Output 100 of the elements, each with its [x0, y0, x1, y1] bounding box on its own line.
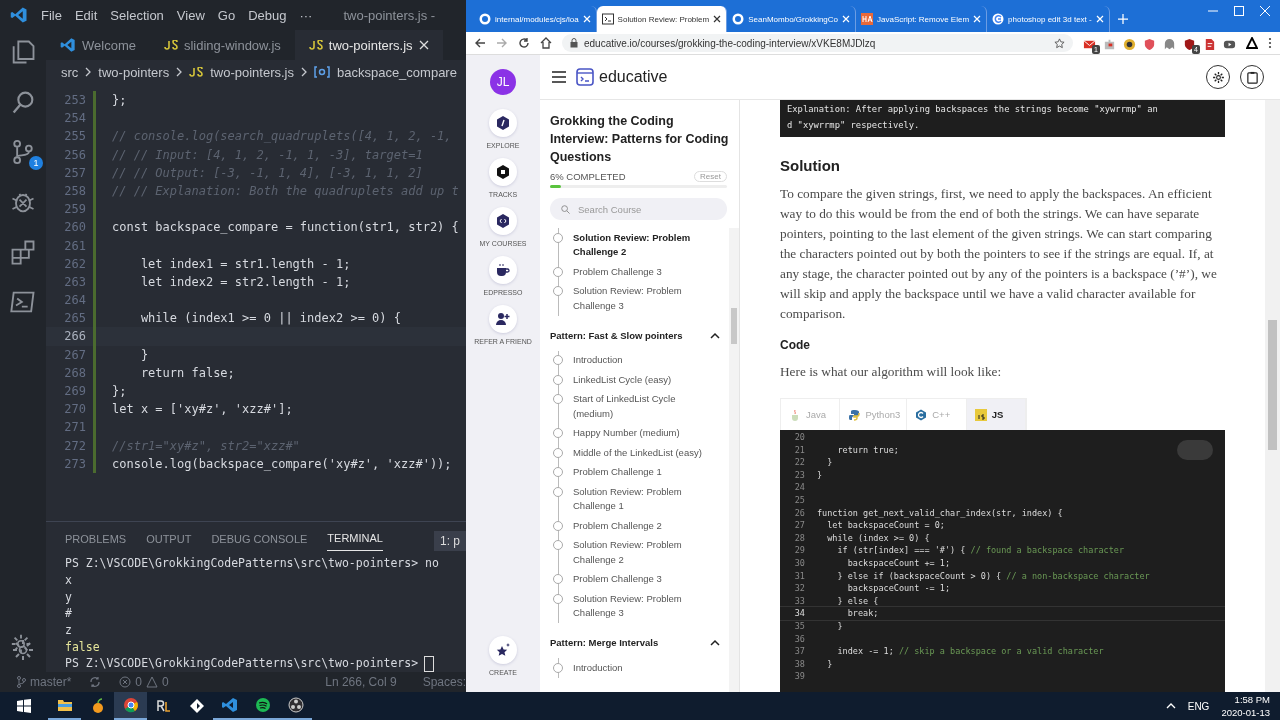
extensions-icon[interactable] — [9, 238, 37, 266]
lesson-item[interactable]: Solution Review: Problem Challenge 3 — [553, 281, 723, 316]
lesson-item[interactable]: Start of LinkedList Cycle (medium) — [553, 389, 723, 424]
course-title: Grokking the Coding Interview: Patterns for Coding Questions — [550, 113, 730, 166]
chevron-icon — [85, 67, 92, 77]
line-number: 30 — [793, 556, 805, 570]
diamond-icon — [188, 698, 205, 714]
section-heading: Solution — [780, 157, 841, 174]
line-number: 261 — [63, 237, 86, 255]
lesson-item[interactable]: Introduction — [553, 350, 723, 370]
language-tab[interactable]: JS — [966, 399, 1026, 430]
logo-text[interactable]: educative — [599, 68, 668, 86]
editor-tab[interactable]: two-pointers.js — [294, 30, 443, 60]
js-file-icon — [189, 67, 204, 77]
terminal-dropdown[interactable]: 1: p — [434, 530, 466, 551]
settings-icon[interactable] — [10, 633, 32, 656]
obs-logo-icon — [287, 697, 304, 713]
terminal-line: z — [65, 621, 72, 639]
menu-item[interactable]: Go — [217, 7, 236, 23]
home-icon[interactable] — [540, 37, 552, 49]
lesson-item[interactable]: Problem Challenge 1 — [553, 462, 723, 482]
lesson-item[interactable]: Solution Review: Problem Challenge 2 — [553, 535, 723, 570]
browser-tab[interactable]: Solution Review: Problem — [596, 6, 728, 32]
line-number: 23 — [793, 468, 805, 482]
line-number: 254 — [63, 110, 86, 128]
panel-tab[interactable]: OUTPUT — [146, 530, 192, 551]
caret-up-icon[interactable] — [1165, 703, 1176, 709]
language-indicator[interactable]: ENG — [1187, 700, 1210, 712]
address-bar[interactable]: educative.io/courses/grokking-the-coding-interview/xVKE8MJDlzq — [562, 34, 1073, 52]
coin-icon[interactable] — [1123, 37, 1136, 51]
lesson-item[interactable]: Problem Challenge 2 — [553, 516, 723, 536]
line-number: 267 — [63, 346, 86, 364]
line-number: 262 — [63, 255, 86, 273]
clock-time[interactable]: 1:58 PM — [1234, 693, 1270, 706]
reload-icon[interactable] — [518, 37, 530, 49]
python-icon — [848, 408, 861, 421]
avatar[interactable]: JL — [490, 69, 516, 95]
clipboard-icon — [1245, 70, 1259, 84]
browser-tab[interactable]: SeanMombo/GrokkingCo — [727, 6, 857, 32]
terminal-line: PS Z:\VSCODE\GrokkingCodePatterns\src\two-pointers> — [65, 655, 419, 672]
lesson-item[interactable]: Happy Number (medium) — [553, 423, 723, 443]
menu-item[interactable]: Selection — [110, 7, 164, 23]
window-title: two-pointers.js - — [343, 7, 436, 23]
back-icon[interactable] — [474, 37, 486, 49]
panel-tab[interactable]: DEBUG CONSOLE — [211, 530, 308, 551]
more-icon[interactable] — [1268, 37, 1272, 49]
close-icon[interactable] — [713, 15, 722, 23]
breadcrumb-item[interactable]: two-pointers — [98, 64, 170, 80]
menu-item[interactable]: ··· — [299, 7, 313, 23]
section-header[interactable]: Pattern: Merge Intervals — [550, 637, 720, 648]
section-header[interactable]: Pattern: Fast & Slow pointers — [550, 329, 720, 341]
lesson-item[interactable]: Problem Challenge 3 — [553, 569, 723, 589]
menu-item[interactable]: View — [176, 7, 205, 23]
lesson-item[interactable]: Solution Review: Problem Challenge 2 — [553, 228, 723, 262]
document-icon[interactable] — [1203, 37, 1216, 51]
clipboard-button[interactable] — [1240, 65, 1264, 89]
terminal-line: PS Z:\VSCODE\GrokkingCodePatterns\src\two-pointers> no — [65, 555, 439, 572]
browser-tab[interactable]: JavaScript: Remove Elem — [856, 6, 988, 32]
breadcrumb-item[interactable]: src — [61, 64, 79, 80]
breadcrumb-item[interactable]: backspace_compare — [336, 64, 457, 80]
browser-tab[interactable]: internal/modules/cjs/loa — [474, 6, 597, 32]
breadcrumb-item[interactable]: two-pointers.js — [210, 64, 294, 80]
mail-icon[interactable] — [1083, 37, 1096, 51]
search-field[interactable]: Search Course — [550, 198, 727, 220]
line-number: 21 — [793, 443, 805, 457]
scrollbar[interactable] — [1265, 100, 1280, 692]
code-line: } — [826, 456, 833, 469]
terminal-line: x — [65, 571, 72, 589]
scrollbar[interactable] — [729, 228, 739, 692]
triangle-icon[interactable] — [1246, 37, 1258, 49]
code-line: } — [836, 619, 843, 633]
ghost-icon[interactable] — [1163, 37, 1176, 51]
lesson-item[interactable]: Middle of the LinkedList (easy) — [553, 443, 723, 463]
clock-date[interactable]: 2020-01-13 — [1221, 706, 1270, 719]
menu-icon[interactable] — [552, 71, 566, 83]
settings-icon[interactable] — [11, 638, 35, 662]
settings-button[interactable] — [1206, 65, 1230, 89]
line-number: 264 — [63, 292, 86, 310]
lesson-item[interactable]: Introduction — [553, 658, 723, 678]
panel-tab[interactable]: PROBLEMS — [65, 530, 127, 551]
new-tab-icon[interactable] — [1117, 14, 1128, 24]
panel-tab[interactable]: TERMINAL — [327, 530, 383, 552]
taskbar-app[interactable] — [114, 692, 147, 720]
menu-item[interactable]: Debug — [248, 7, 287, 23]
js-logo-icon — [974, 408, 987, 421]
menu-item[interactable]: File — [41, 7, 62, 23]
shield-icon[interactable] — [1183, 37, 1196, 51]
code-line: function get_next_valid_char_index(str, index) { — [817, 506, 1063, 520]
lesson-item[interactable]: Problem Challenge 3 — [553, 262, 723, 282]
maximize-icon[interactable] — [1234, 6, 1244, 16]
line-number: 35 — [793, 619, 805, 633]
browser-tab[interactable]: photoshop edit 3d text - — [987, 6, 1110, 32]
lesson-item[interactable]: Solution Review: Problem Challenge 3 — [553, 589, 723, 623]
star-icon[interactable] — [1054, 37, 1065, 49]
lesson-item[interactable]: Solution Review: Problem Challenge 1 — [553, 482, 723, 516]
puzzle-icon[interactable] — [1103, 37, 1116, 51]
sync-icon[interactable] — [89, 676, 102, 688]
line-number: 256 — [63, 146, 86, 164]
menu-item[interactable]: Edit — [74, 7, 98, 23]
lesson-item[interactable]: LinkedList Cycle (easy) — [553, 370, 723, 390]
